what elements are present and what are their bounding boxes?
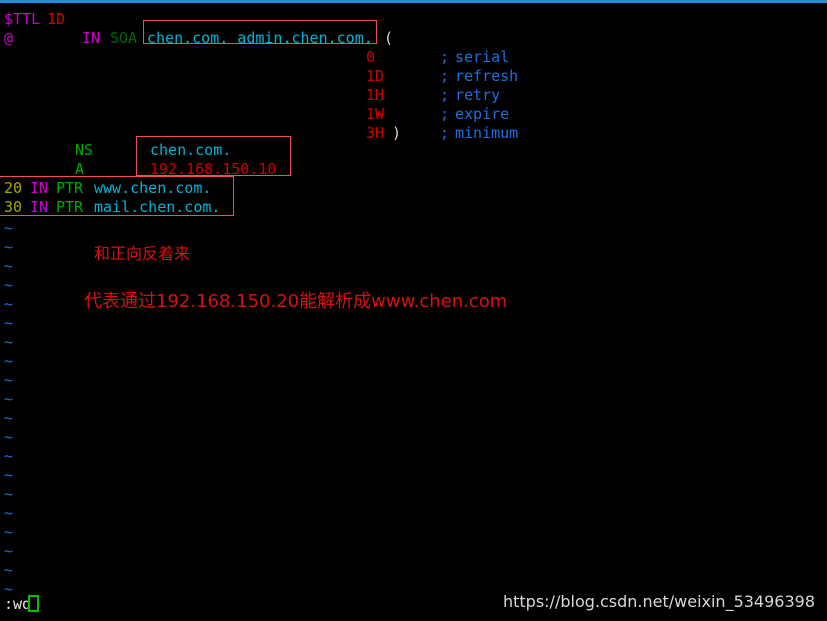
- file-text-segment: ;: [440, 105, 450, 123]
- file-text-segment: ;: [440, 86, 450, 104]
- file-text-segment: ): [392, 124, 402, 142]
- empty-line-marker: ~: [4, 295, 14, 313]
- empty-line-marker: ~: [4, 314, 14, 332]
- file-text-segment: retry: [455, 86, 501, 104]
- empty-line-marker: ~: [4, 352, 14, 370]
- empty-line-marker: ~: [4, 409, 14, 427]
- file-text-segment: IN: [30, 179, 49, 197]
- file-text-segment: PTR: [56, 198, 84, 216]
- empty-line-marker: ~: [4, 485, 14, 503]
- file-text-segment: chen.com. admin.chen.com.: [147, 29, 373, 47]
- file-text-segment: minimum: [455, 124, 519, 142]
- file-text-segment: serial: [455, 48, 510, 66]
- empty-line-marker: ~: [4, 276, 14, 294]
- annotation-resolve-note: 代表通过192.168.150.20能解析成www.chen.com: [84, 291, 508, 312]
- file-text-segment: NS: [75, 141, 94, 159]
- empty-line-marker: ~: [4, 523, 14, 541]
- empty-line-marker: ~: [4, 561, 14, 579]
- file-text-segment: 3H: [366, 124, 385, 142]
- file-text-segment: 30: [4, 198, 23, 216]
- file-text-segment: refresh: [455, 67, 519, 85]
- file-text-segment: 0: [366, 48, 376, 66]
- file-text-segment: (: [384, 29, 394, 47]
- terminal-screen: $TTL 1D @ IN SOA chen.com. admin.chen.com. (0;…: [0, 0, 827, 621]
- file-text-segment: $TTL: [4, 10, 41, 28]
- file-text-segment: IN: [82, 29, 101, 47]
- file-text-segment: 20: [4, 179, 23, 197]
- empty-line-marker: ~: [4, 390, 14, 408]
- file-text-segment: ;: [440, 124, 450, 142]
- empty-line-marker: ~: [4, 504, 14, 522]
- empty-line-marker: ~: [4, 542, 14, 560]
- empty-line-marker: ~: [4, 257, 14, 275]
- file-text-segment: @: [4, 29, 14, 47]
- file-text-segment: www.chen.com.: [94, 179, 212, 197]
- empty-line-marker: ~: [4, 466, 14, 484]
- file-text-segment: expire: [455, 105, 510, 123]
- file-text-segment: 1H: [366, 86, 385, 104]
- empty-line-marker: ~: [4, 238, 14, 256]
- watermark-url: https://blog.csdn.net/weixin_53496398: [502, 592, 815, 611]
- annotation-reverse-note: 和正向反着来: [94, 244, 191, 263]
- empty-line-marker: ~: [4, 219, 14, 237]
- file-text-segment: 1D: [366, 67, 385, 85]
- file-text-segment: PTR: [56, 179, 84, 197]
- file-text-segment: SOA: [110, 29, 138, 47]
- empty-line-marker: ~: [4, 428, 14, 446]
- file-text-segment: ;: [440, 48, 450, 66]
- file-text-segment: 1W: [366, 105, 385, 123]
- empty-line-marker: ~: [4, 333, 14, 351]
- text-cursor: [28, 595, 39, 612]
- file-text-segment: A: [75, 160, 85, 178]
- file-text-segment: IN: [30, 198, 49, 216]
- file-text-segment: mail.chen.com.: [94, 198, 221, 216]
- empty-line-marker: ~: [4, 447, 14, 465]
- file-text-segment: 1D: [47, 10, 66, 28]
- file-text-segment: chen.com.: [150, 141, 232, 159]
- empty-line-marker: ~: [4, 371, 14, 389]
- file-text-segment: ;: [440, 67, 450, 85]
- window-title-bar-edge: [0, 0, 827, 3]
- file-text-segment: 192.168.150.10: [150, 160, 277, 178]
